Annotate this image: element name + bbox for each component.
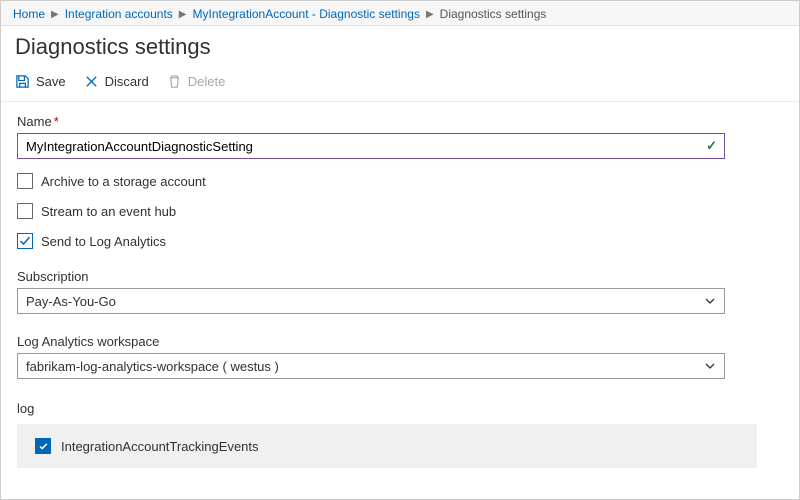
breadcrumb-current: Diagnostics settings [440,7,547,21]
page-title: Diagnostics settings [1,26,799,70]
toolbar: Save Discard Delete [1,70,799,102]
save-icon [15,74,30,89]
chevron-down-icon [704,295,716,310]
workspace-label: Log Analytics workspace [17,334,783,349]
log-analytics-checkbox[interactable] [17,233,33,249]
required-mark: * [54,114,59,129]
delete-icon [167,74,182,89]
log-category-row: IntegrationAccountTrackingEvents [17,424,757,468]
chevron-right-icon: ▶ [51,9,59,20]
discard-button[interactable]: Discard [84,74,149,89]
chevron-right-icon: ▶ [179,9,187,20]
discard-icon [84,74,99,89]
name-label: Name* [17,114,783,129]
log-category-checkbox[interactable] [35,438,51,454]
subscription-value: Pay-As-You-Go [26,294,116,309]
stream-label: Stream to an event hub [41,204,176,219]
delete-button: Delete [167,74,226,89]
archive-label: Archive to a storage account [41,174,206,189]
chevron-down-icon [704,360,716,375]
name-input[interactable] [17,133,725,159]
breadcrumb-home[interactable]: Home [13,7,45,21]
log-header: log [17,401,783,416]
save-button[interactable]: Save [15,74,66,89]
breadcrumb-account-diagnostic[interactable]: MyIntegrationAccount - Diagnostic settin… [193,7,420,21]
workspace-select[interactable]: fabrikam-log-analytics-workspace ( westu… [17,353,725,379]
subscription-label: Subscription [17,269,783,284]
discard-label: Discard [105,74,149,89]
save-label: Save [36,74,66,89]
archive-checkbox[interactable] [17,173,33,189]
chevron-right-icon: ▶ [426,9,434,20]
breadcrumb-integration-accounts[interactable]: Integration accounts [65,7,173,21]
valid-check-icon: ✓ [706,138,717,154]
log-category-label: IntegrationAccountTrackingEvents [61,439,259,454]
subscription-select[interactable]: Pay-As-You-Go [17,288,725,314]
log-analytics-label: Send to Log Analytics [41,234,166,249]
breadcrumb: Home ▶ Integration accounts ▶ MyIntegrat… [1,1,799,26]
delete-label: Delete [188,74,226,89]
name-label-text: Name [17,114,52,129]
workspace-value: fabrikam-log-analytics-workspace ( westu… [26,359,279,374]
check-icon [19,235,31,247]
stream-checkbox[interactable] [17,203,33,219]
check-icon [38,441,49,452]
